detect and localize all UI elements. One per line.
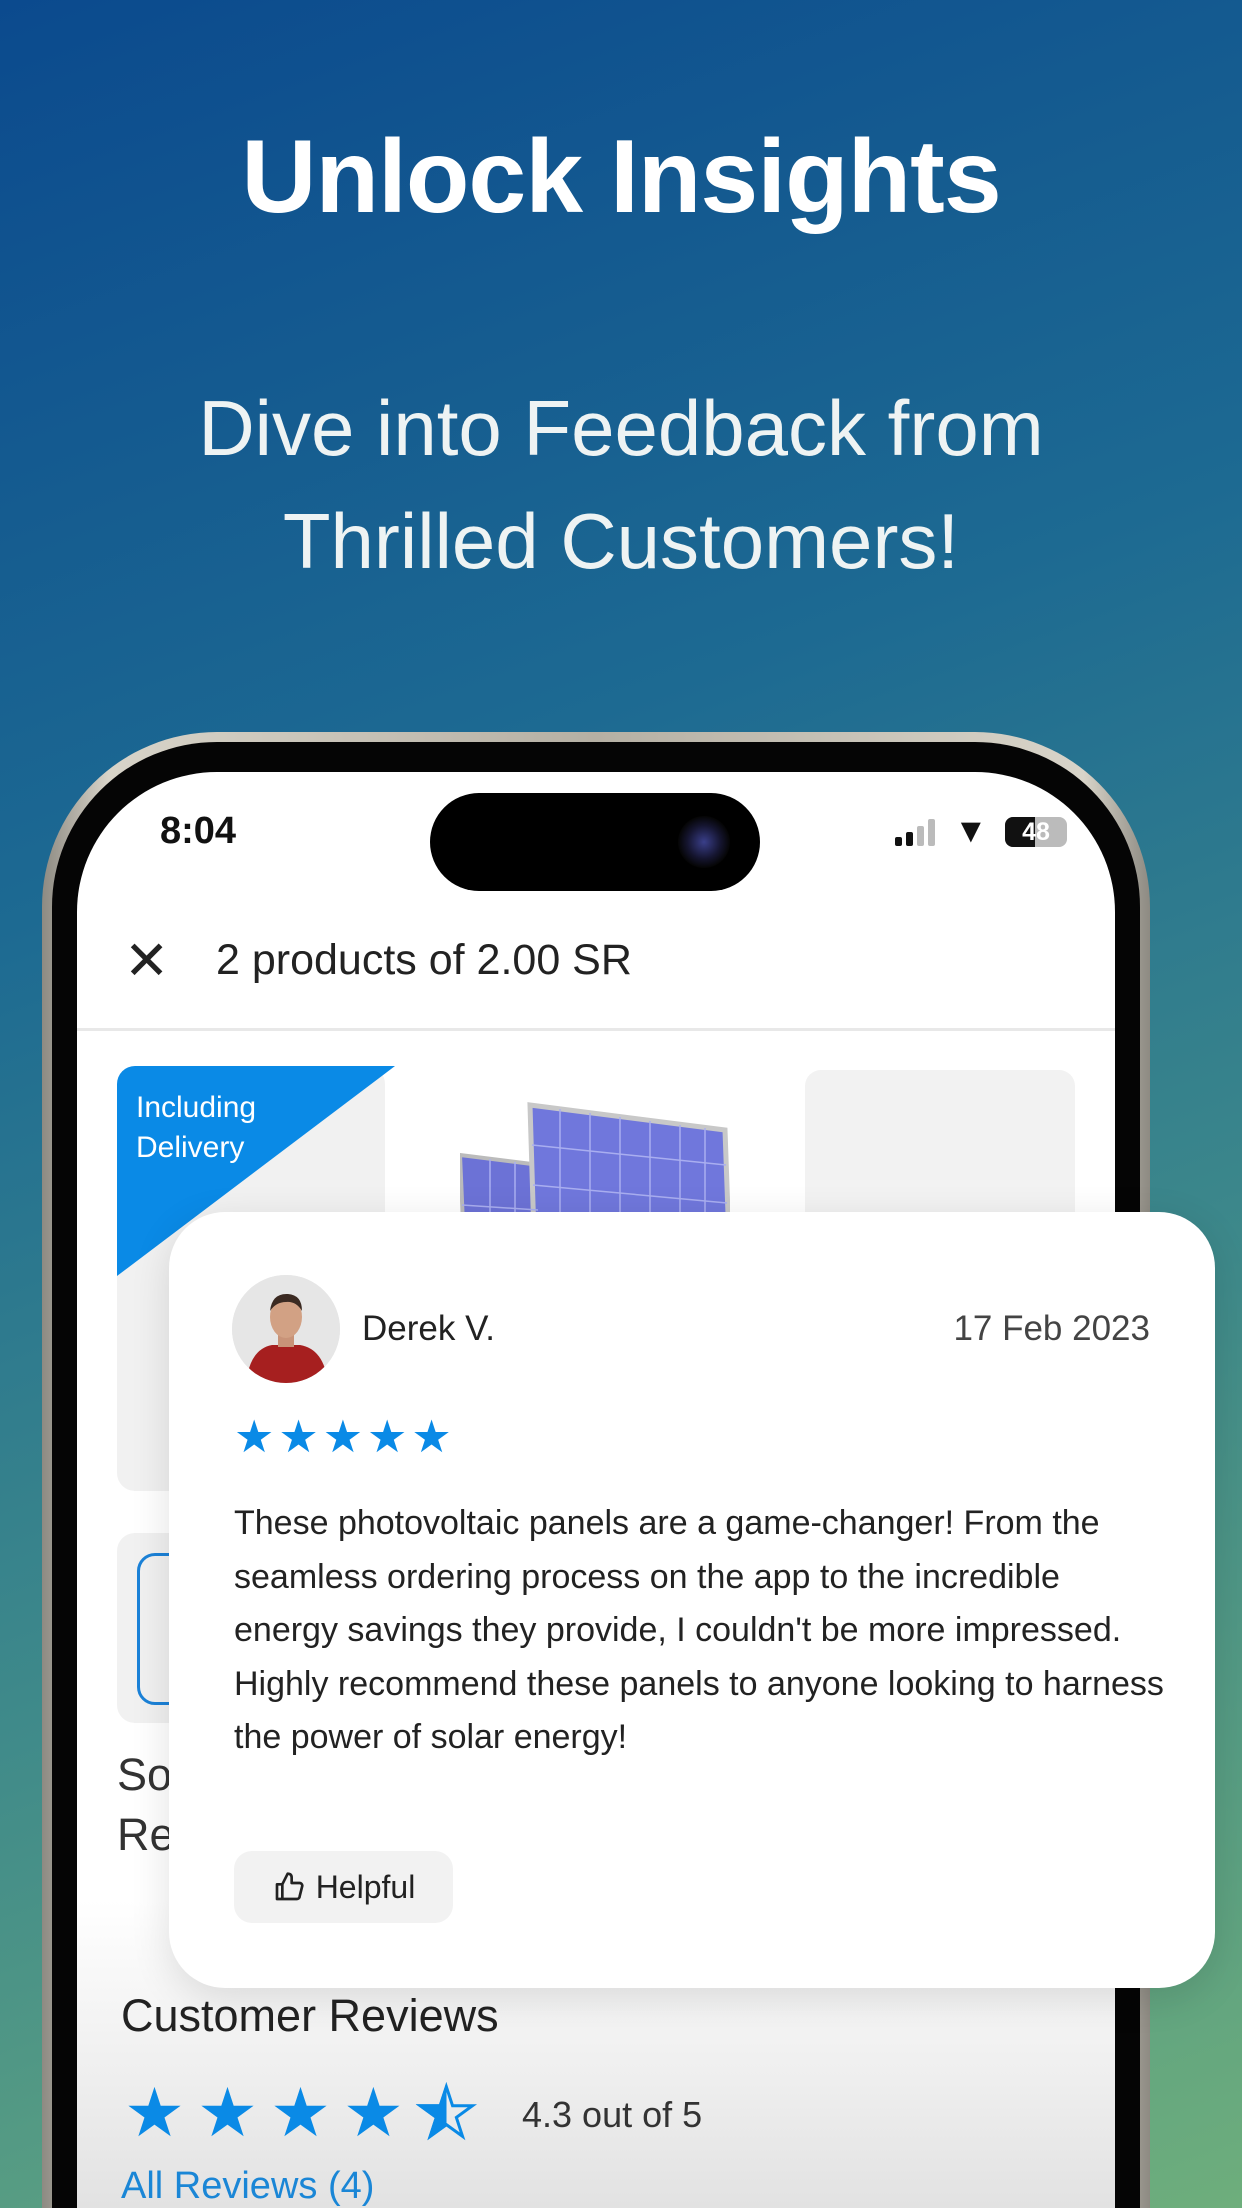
review-body: These photovoltaic panels are a game-cha…	[234, 1504, 1164, 1756]
delivery-badge-label: Including Delivery	[136, 1091, 257, 1164]
helpful-label: Helpful	[315, 1868, 416, 1905]
all-reviews-link[interactable]: All Reviews (4)	[121, 2166, 374, 2206]
review-author: Derek V.	[362, 1309, 495, 1348]
star-icon: ★	[411, 1411, 452, 1462]
star-icon: ★	[124, 2075, 185, 2151]
star-icon: ★	[322, 1411, 364, 1462]
promo-subheadline: Dive into Feedback from Thrilled Custome…	[198, 384, 1044, 585]
star-icon: ★	[278, 1411, 319, 1462]
close-icon[interactable]: ✕	[124, 933, 169, 989]
product-title-partial: So Re	[117, 1749, 175, 1860]
review-date: 17 Feb 2023	[953, 1309, 1150, 1348]
avatar	[232, 1275, 340, 1383]
wifi-icon: ▼	[954, 812, 988, 850]
signal-icon	[895, 818, 935, 846]
header-title: 2 products of 2.00 SR	[216, 936, 632, 984]
divider	[77, 1028, 1115, 1031]
promo-headline: Unlock Insights	[241, 119, 1001, 235]
battery-icon: 48	[1005, 817, 1067, 847]
status-time: 8:04	[160, 810, 237, 852]
star-icon: ★	[234, 1411, 275, 1462]
thumbs-up-icon	[275, 1872, 304, 1901]
star-icon: ★	[342, 2075, 404, 2151]
star-icon: ★	[269, 2075, 331, 2151]
star-icon: ★	[196, 2075, 258, 2151]
customer-reviews-title: Customer Reviews	[121, 1990, 499, 2041]
battery-level: 48	[1022, 818, 1050, 846]
average-rating-stars: ★ ★ ★ ★ ★	[124, 2075, 478, 2151]
half-star-icon: ★	[414, 2075, 478, 2151]
helpful-button[interactable]: Helpful	[234, 1851, 453, 1923]
review-stars: ★ ★ ★ ★ ★	[234, 1414, 452, 1460]
camera-icon	[678, 816, 730, 868]
rating-summary: 4.3 out of 5	[522, 2094, 703, 2135]
star-icon: ★	[367, 1411, 408, 1462]
